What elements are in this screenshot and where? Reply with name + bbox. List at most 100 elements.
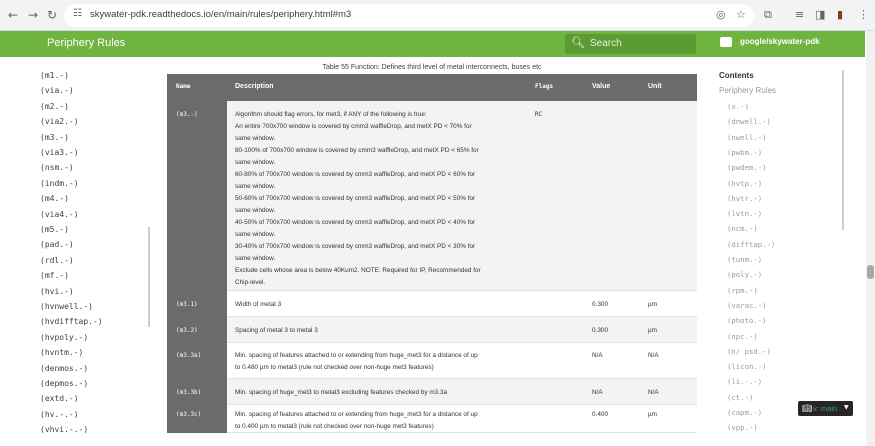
left-nav-item[interactable]: (hvntm.-) [40, 348, 83, 357]
left-nav-item[interactable]: (m4.-) [40, 194, 69, 203]
toc-item[interactable]: (pwdem.-) [727, 163, 767, 172]
toc-item[interactable]: (pwbm.-) [727, 148, 762, 157]
book-icon: 📖︎ [802, 404, 813, 413]
rule-flags: RC [535, 111, 543, 118]
description-line: Min. spacing of huge_met3 to metal3 excl… [235, 389, 448, 396]
toc-item[interactable]: (li.-.-) [727, 377, 762, 386]
rule-name: (m3.3c) [176, 411, 202, 418]
extensions-icon[interactable]: ⧉ [764, 9, 772, 21]
toc-item[interactable]: (lvtn.-) [727, 209, 762, 218]
left-nav-item[interactable]: (hv.-.-) [40, 410, 79, 419]
left-nav-item[interactable]: (via3.-) [40, 148, 79, 157]
header-unit: Unit [648, 83, 662, 90]
toc-item[interactable]: (n/ psd.-) [727, 347, 771, 356]
rule-unit: N/A [648, 389, 659, 396]
table-header: Name Description Flags Value Unit [167, 74, 697, 101]
rule-name-cell [167, 405, 227, 433]
toc-item[interactable]: (nwell.-) [727, 133, 767, 142]
toc-scrollbar[interactable] [842, 70, 844, 230]
toc-item[interactable]: (varac.-) [727, 301, 767, 310]
left-nav-item[interactable]: (depmos.-) [40, 379, 88, 388]
left-nav-scrollbar[interactable] [148, 227, 150, 327]
left-nav-item[interactable]: (extd.-) [40, 394, 79, 403]
toc-item[interactable]: (ncm.-) [727, 224, 758, 233]
left-nav-item[interactable]: (hvdifftap.-) [40, 317, 103, 326]
profile-avatar-icon[interactable]: ▮ [837, 9, 843, 21]
left-nav-item[interactable]: (indm.-) [40, 179, 79, 188]
rule-unit: µm [648, 301, 658, 308]
left-nav-item[interactable]: (rdl.-) [40, 256, 74, 265]
left-nav-item[interactable]: (via.-) [40, 86, 74, 95]
table-row: (m3.3c) Min. spacing of features attached… [167, 405, 697, 433]
page-scroll-thumb[interactable] [867, 265, 874, 279]
address-bar[interactable]: ☷ skywater-pdk.readthedocs.io/en/main/ru… [64, 4, 754, 27]
rule-description: Min. spacing of huge_met3 to metal3 excl… [235, 387, 525, 399]
version-selector[interactable]: 📖︎ v: main ▼ [798, 401, 853, 416]
left-nav-item[interactable]: (nsm.-) [40, 163, 74, 172]
rule-value: 0.300 [592, 327, 608, 334]
toc-item[interactable]: (poly.-) [727, 270, 762, 279]
left-nav-item[interactable]: (m2.-) [40, 102, 69, 111]
left-navigation: (m1.-) (via.-) (m2.-) (via2.-) (m3.-) (via3.-… [0, 57, 160, 446]
back-arrow-icon[interactable]: ← [6, 8, 20, 22]
toc-item[interactable]: (hvtr.-) [727, 194, 762, 203]
description-line: same window. [235, 159, 276, 166]
toc-title: Contents [719, 71, 754, 80]
bookmark-star-icon[interactable]: ☆ [736, 9, 746, 21]
toc-section-link[interactable]: Periphery Rules [719, 86, 776, 95]
description-line: Chip-level. [235, 279, 266, 286]
menu-kebab-icon[interactable]: ⋮ [858, 9, 869, 21]
left-nav-item[interactable]: (m5.-) [40, 225, 69, 234]
reading-list-icon[interactable]: ≡ [795, 9, 804, 21]
toc-item[interactable]: (vpp.-) [727, 423, 758, 432]
toc-item[interactable]: (difftap.-) [727, 240, 775, 249]
table-row: (m3.2) Spacing of metal 3 to metal 3 0.300… [167, 317, 697, 343]
forward-arrow-icon[interactable]: → [26, 8, 40, 22]
description-line: 60-80% of 700x700 window is covered by c… [235, 171, 476, 178]
rule-description: Min. spacing of features attached to or … [235, 409, 525, 433]
toc-item[interactable]: (x.-) [727, 102, 749, 111]
left-nav-item[interactable]: (pad.-) [40, 240, 74, 249]
search-input[interactable]: Search [590, 38, 622, 49]
eye-off-icon[interactable]: ◎ [716, 9, 726, 21]
toc-item[interactable]: (npc.-) [727, 332, 758, 341]
rule-description: Spacing of metal 3 to metal 3 [235, 325, 525, 337]
description-line: An entire 700x700 window is covered by c… [235, 123, 472, 130]
left-nav-item[interactable]: (hvnwell.-) [40, 302, 93, 311]
side-panel-icon[interactable]: ◨ [815, 9, 825, 21]
rule-description: Width of metal 3 [235, 299, 525, 311]
toc-item[interactable]: (licon.-) [727, 362, 767, 371]
left-nav-item[interactable]: (vhvi.-.-) [40, 425, 88, 434]
repo-link[interactable]: google/skywater-pdk [720, 37, 820, 47]
toc-item[interactable]: (photo.-) [727, 316, 767, 325]
url-text[interactable]: skywater-pdk.readthedocs.io/en/main/rule… [90, 9, 351, 20]
search-box[interactable]: 🔍︎ Search [565, 34, 696, 54]
description-line: same window. [235, 183, 276, 190]
left-nav-item[interactable]: (hvi.-) [40, 287, 74, 296]
left-nav-item[interactable]: (denmos.-) [40, 364, 88, 373]
repo-label: google/skywater-pdk [740, 37, 820, 47]
left-nav-item[interactable]: (m3.-) [40, 133, 69, 142]
left-nav-item[interactable]: (m1.-) [40, 71, 69, 80]
left-nav-item[interactable]: (hvpoly.-) [40, 333, 88, 342]
reload-icon[interactable]: ↻ [45, 8, 59, 22]
toc-item[interactable]: (hvtp.-) [727, 179, 762, 188]
rule-name-cell [167, 101, 227, 291]
site-header: Periphery Rules 🔍︎ Search google/skywate… [0, 31, 865, 57]
rule-name: (m3.2) [176, 327, 198, 334]
version-label: v: main [813, 404, 838, 413]
description-line: same window. [235, 207, 276, 214]
toc-item[interactable]: (dnwell.-) [727, 117, 771, 126]
rule-value: 0.400 [592, 411, 608, 418]
left-nav-item[interactable]: (via4.-) [40, 210, 79, 219]
left-nav-item[interactable]: (mf.-) [40, 271, 69, 280]
toc-item[interactable]: (tunm.-) [727, 255, 762, 264]
left-nav-item[interactable]: (via2.-) [40, 117, 79, 126]
toc-item[interactable]: (capm.-) [727, 408, 762, 417]
site-brand[interactable]: Periphery Rules [47, 37, 125, 49]
page-scrollbar[interactable] [866, 31, 875, 446]
site-settings-icon[interactable]: ☷ [73, 8, 82, 19]
table-row: (m3.3b) Min. spacing of huge_met3 to meta… [167, 379, 697, 405]
toc-item[interactable]: (ct.-) [727, 393, 753, 402]
toc-item[interactable]: (rpm.-) [727, 286, 758, 295]
